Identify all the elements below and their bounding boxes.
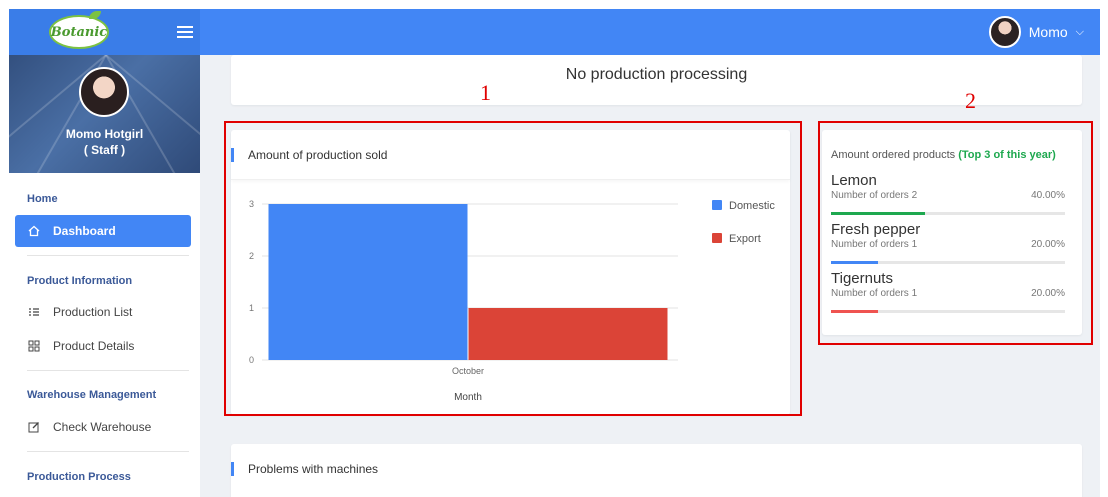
home-icon (27, 224, 41, 238)
annotation-box-1 (224, 121, 802, 416)
machine-problems-card: Problems with machines (231, 444, 1082, 497)
logo-text: Botanic (50, 24, 108, 40)
card-title: Problems with machines (248, 462, 379, 476)
sidebar-item-label: Dashboard (53, 224, 116, 238)
section-title-warehouse-management: Warehouse Management (27, 389, 157, 401)
sidebar-item-product-details[interactable]: Product Details (15, 330, 191, 362)
annotation-label-1: 1 (480, 80, 491, 105)
sidebar-item-dashboard[interactable]: Dashboard (15, 215, 191, 247)
status-card: No production processing (231, 55, 1082, 105)
profile-panel: Momo Hotgirl ( Staff ) (9, 55, 200, 173)
production-status: No production processing (565, 66, 748, 83)
main-content: No production processing 1 2 Amount of p… (200, 55, 1100, 497)
section-title-product-information: Product Information (27, 275, 133, 287)
logo-area: Botanic (9, 9, 200, 55)
chevron-down-icon[interactable]: ⌵ (1076, 26, 1084, 39)
annotation-box-2 (818, 121, 1093, 345)
list-icon (27, 305, 41, 319)
sidebar-item-label: Production List (53, 305, 133, 319)
profile-avatar (79, 67, 129, 117)
annotation-label-2: 2 (965, 88, 976, 113)
section-title-home: Home (27, 193, 58, 205)
sidebar-item-check-warehouse[interactable]: Check Warehouse (15, 411, 191, 443)
card-header: Problems with machines (231, 444, 1082, 494)
top-bar: Botanic Momo ⌵ (9, 9, 1100, 55)
edit-icon (27, 420, 41, 434)
botanic-logo[interactable]: Botanic (49, 11, 109, 49)
avatar[interactable] (988, 16, 1021, 48)
grid-icon (27, 339, 41, 353)
user-name[interactable]: Momo (1029, 24, 1068, 40)
sidebar: Momo Hotgirl ( Staff ) Home Dashboard Pr… (9, 55, 200, 497)
user-menu[interactable]: Momo ⌵ (988, 16, 1084, 48)
profile-role: ( Staff ) (83, 143, 126, 157)
sidebar-item-production-list[interactable]: Production List (15, 296, 191, 328)
leaf-icon (89, 11, 101, 19)
profile-name: Momo Hotgirl (65, 127, 144, 141)
section-title-production-process: Production Process (27, 471, 131, 483)
sidebar-item-label: Check Warehouse (53, 420, 152, 434)
hamburger-icon[interactable] (177, 23, 193, 39)
sidebar-item-label: Product Details (53, 339, 135, 353)
